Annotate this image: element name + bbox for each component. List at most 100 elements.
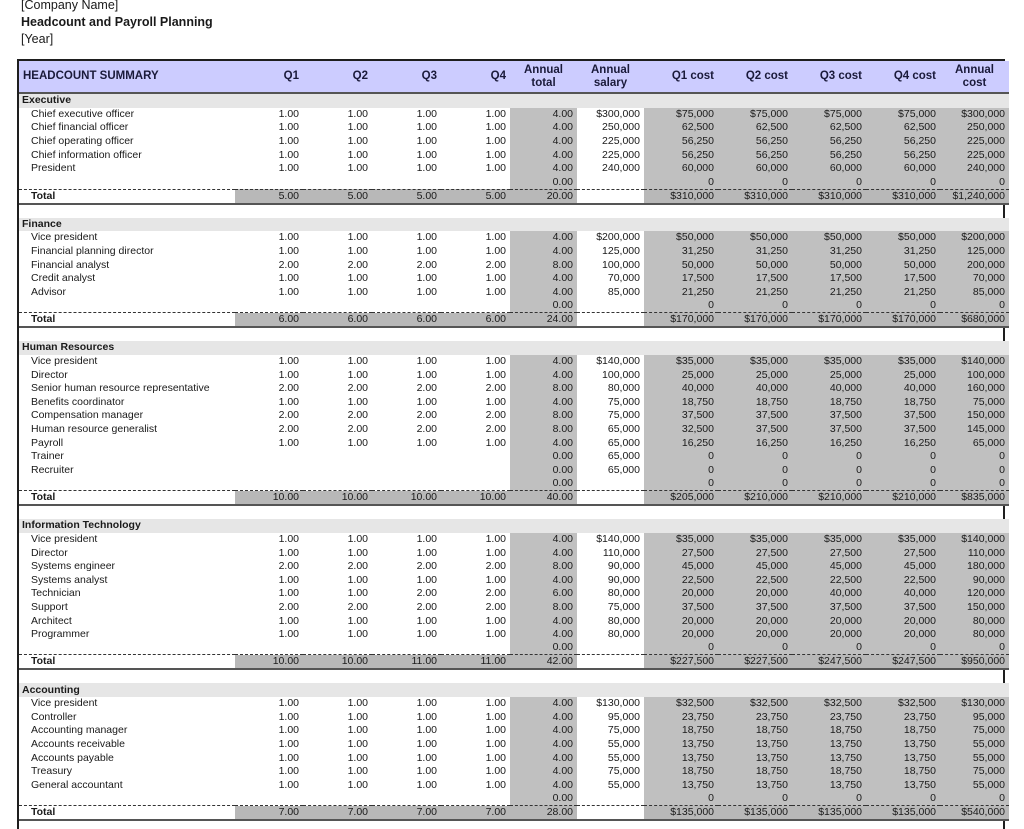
q3-headcount[interactable] <box>372 450 441 464</box>
q4-headcount[interactable] <box>441 450 510 464</box>
q1-headcount[interactable]: 1.00 <box>235 272 303 286</box>
annual-salary[interactable]: 65,000 <box>577 463 644 477</box>
annual-salary[interactable]: $140,000 <box>577 533 644 547</box>
q3-headcount[interactable]: 1.00 <box>372 738 441 752</box>
q4-headcount[interactable]: 2.00 <box>441 587 510 601</box>
q2-headcount[interactable]: 1.00 <box>303 162 372 176</box>
q2-headcount[interactable]: 1.00 <box>303 368 372 382</box>
annual-salary[interactable]: 80,000 <box>577 587 644 601</box>
annual-salary[interactable]: 75,000 <box>577 409 644 423</box>
q2-headcount[interactable]: 1.00 <box>303 751 372 765</box>
annual-salary[interactable]: 80,000 <box>577 628 644 642</box>
q4-headcount[interactable]: 1.00 <box>441 286 510 300</box>
q2-headcount[interactable]: 2.00 <box>303 601 372 615</box>
q3-headcount[interactable]: 1.00 <box>372 355 441 369</box>
q4-headcount[interactable]: 1.00 <box>441 368 510 382</box>
q1-headcount[interactable]: 1.00 <box>235 286 303 300</box>
q3-headcount[interactable]: 2.00 <box>372 409 441 423</box>
annual-salary[interactable]: 90,000 <box>577 560 644 574</box>
annual-salary[interactable]: 55,000 <box>577 751 644 765</box>
q2-headcount[interactable]: 1.00 <box>303 614 372 628</box>
q2-headcount[interactable]: 1.00 <box>303 724 372 738</box>
q2-headcount[interactable]: 1.00 <box>303 779 372 793</box>
q4-headcount[interactable]: 1.00 <box>441 355 510 369</box>
q1-headcount[interactable]: 1.00 <box>235 396 303 410</box>
q3-headcount[interactable]: 1.00 <box>372 231 441 245</box>
annual-salary[interactable]: $130,000 <box>577 697 644 711</box>
q3-headcount[interactable]: 1.00 <box>372 108 441 122</box>
annual-salary[interactable]: 80,000 <box>577 614 644 628</box>
q3-headcount[interactable]: 1.00 <box>372 436 441 450</box>
annual-salary[interactable]: 240,000 <box>577 162 644 176</box>
q2-headcount[interactable]: 1.00 <box>303 121 372 135</box>
q4-headcount[interactable]: 1.00 <box>441 751 510 765</box>
q1-headcount[interactable]: 1.00 <box>235 587 303 601</box>
q3-headcount[interactable]: 1.00 <box>372 751 441 765</box>
q3-headcount[interactable]: 1.00 <box>372 121 441 135</box>
q3-headcount[interactable]: 1.00 <box>372 396 441 410</box>
q1-headcount[interactable]: 1.00 <box>235 436 303 450</box>
q3-headcount[interactable]: 2.00 <box>372 560 441 574</box>
q1-headcount[interactable]: 1.00 <box>235 121 303 135</box>
q4-headcount[interactable]: 1.00 <box>441 162 510 176</box>
annual-salary[interactable]: $200,000 <box>577 231 644 245</box>
q1-headcount[interactable]: 1.00 <box>235 162 303 176</box>
q1-headcount[interactable]: 2.00 <box>235 409 303 423</box>
q2-headcount[interactable]: 2.00 <box>303 258 372 272</box>
annual-salary[interactable]: 100,000 <box>577 368 644 382</box>
q3-headcount[interactable]: 2.00 <box>372 587 441 601</box>
q1-headcount[interactable] <box>235 463 303 477</box>
annual-salary[interactable]: 85,000 <box>577 286 644 300</box>
q4-headcount[interactable]: 1.00 <box>441 765 510 779</box>
q1-headcount[interactable]: 1.00 <box>235 355 303 369</box>
q4-headcount[interactable]: 2.00 <box>441 409 510 423</box>
q4-headcount[interactable]: 2.00 <box>441 560 510 574</box>
q3-headcount[interactable]: 1.00 <box>372 286 441 300</box>
annual-salary[interactable]: 65,000 <box>577 450 644 464</box>
q2-headcount[interactable]: 1.00 <box>303 697 372 711</box>
q4-headcount[interactable]: 1.00 <box>441 546 510 560</box>
q1-headcount[interactable]: 1.00 <box>235 368 303 382</box>
q2-headcount[interactable]: 1.00 <box>303 396 372 410</box>
q1-headcount[interactable]: 1.00 <box>235 108 303 122</box>
q2-headcount[interactable]: 2.00 <box>303 409 372 423</box>
q4-headcount[interactable]: 1.00 <box>441 779 510 793</box>
q3-headcount[interactable]: 1.00 <box>372 368 441 382</box>
q4-headcount[interactable]: 1.00 <box>441 697 510 711</box>
q4-headcount[interactable]: 1.00 <box>441 231 510 245</box>
q2-headcount[interactable]: 1.00 <box>303 286 372 300</box>
q1-headcount[interactable]: 1.00 <box>235 751 303 765</box>
annual-salary[interactable]: 55,000 <box>577 779 644 793</box>
q4-headcount[interactable]: 1.00 <box>441 711 510 725</box>
q1-headcount[interactable]: 2.00 <box>235 258 303 272</box>
q2-headcount[interactable]: 2.00 <box>303 382 372 396</box>
q1-headcount[interactable]: 1.00 <box>235 231 303 245</box>
q2-headcount[interactable]: 1.00 <box>303 108 372 122</box>
annual-salary[interactable]: 100,000 <box>577 258 644 272</box>
annual-salary[interactable]: 225,000 <box>577 148 644 162</box>
q2-headcount[interactable]: 1.00 <box>303 436 372 450</box>
q4-headcount[interactable]: 2.00 <box>441 382 510 396</box>
q3-headcount[interactable]: 1.00 <box>372 614 441 628</box>
q2-headcount[interactable]: 1.00 <box>303 135 372 149</box>
q3-headcount[interactable]: 1.00 <box>372 135 441 149</box>
q4-headcount[interactable]: 1.00 <box>441 628 510 642</box>
q3-headcount[interactable]: 1.00 <box>372 272 441 286</box>
q4-headcount[interactable]: 1.00 <box>441 533 510 547</box>
q4-headcount[interactable]: 1.00 <box>441 573 510 587</box>
annual-salary[interactable]: 90,000 <box>577 573 644 587</box>
q1-headcount[interactable]: 2.00 <box>235 560 303 574</box>
q3-headcount[interactable] <box>372 463 441 477</box>
q3-headcount[interactable]: 2.00 <box>372 258 441 272</box>
q1-headcount[interactable]: 2.00 <box>235 382 303 396</box>
q2-headcount[interactable]: 1.00 <box>303 272 372 286</box>
q3-headcount[interactable]: 1.00 <box>372 765 441 779</box>
annual-salary[interactable]: 80,000 <box>577 382 644 396</box>
q4-headcount[interactable]: 2.00 <box>441 423 510 437</box>
q3-headcount[interactable]: 1.00 <box>372 533 441 547</box>
q1-headcount[interactable]: 1.00 <box>235 533 303 547</box>
q4-headcount[interactable]: 1.00 <box>441 272 510 286</box>
q3-headcount[interactable]: 1.00 <box>372 148 441 162</box>
q1-headcount[interactable]: 1.00 <box>235 724 303 738</box>
q4-headcount[interactable]: 1.00 <box>441 121 510 135</box>
